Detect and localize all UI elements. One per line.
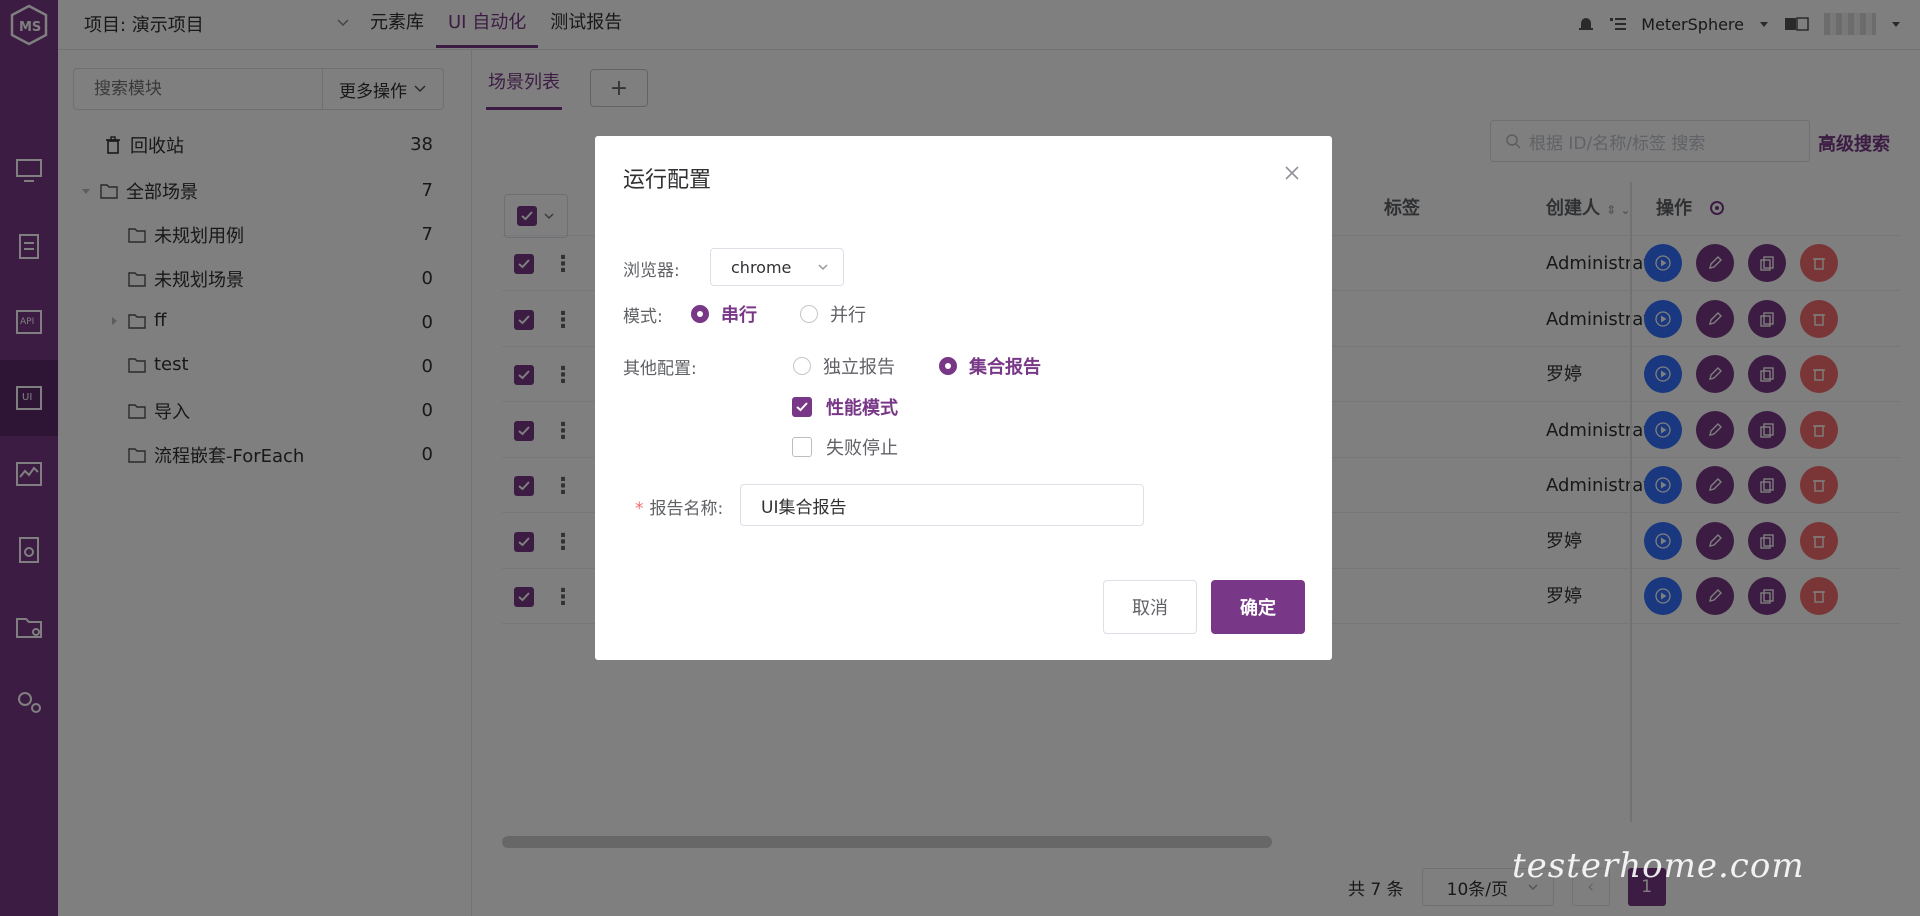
fail-stop-label: 失败停止 bbox=[826, 438, 898, 459]
run-config-dialog: 运行配置 浏览器: chrome 模式: 串行 并行 其他配置: 独立报告 集合… bbox=[595, 136, 1332, 660]
perf-mode-label: 性能模式 bbox=[826, 398, 898, 419]
cancel-button[interactable]: 取消 bbox=[1103, 580, 1197, 634]
report-name-text: 报告名称: bbox=[649, 499, 724, 519]
dialog-title: 运行配置 bbox=[623, 168, 712, 193]
browser-label: 浏览器: bbox=[623, 261, 680, 281]
chevron-down-icon bbox=[818, 264, 828, 271]
browser-select[interactable]: chrome bbox=[710, 248, 844, 286]
radio-dot[interactable] bbox=[800, 305, 818, 323]
browser-value: chrome bbox=[731, 257, 792, 277]
radio-dot[interactable] bbox=[939, 357, 957, 375]
other-config-label: 其他配置: bbox=[623, 359, 697, 379]
mode-label: 模式: bbox=[623, 307, 663, 327]
radio-dot[interactable] bbox=[793, 357, 811, 375]
fail-stop-checkbox[interactable]: 失败停止 bbox=[792, 434, 898, 460]
mode-serial-radio[interactable]: 串行 bbox=[691, 301, 757, 327]
checkbox-box[interactable] bbox=[792, 397, 812, 417]
report-independent-label: 独立报告 bbox=[823, 357, 895, 378]
mode-parallel-radio[interactable]: 并行 bbox=[800, 301, 866, 327]
checkbox-box[interactable] bbox=[792, 437, 812, 457]
report-combined-radio[interactable]: 集合报告 bbox=[939, 353, 1041, 379]
report-independent-radio[interactable]: 独立报告 bbox=[793, 353, 895, 379]
report-combined-label: 集合报告 bbox=[969, 357, 1041, 378]
mode-parallel-label: 并行 bbox=[830, 305, 866, 326]
report-name-input[interactable] bbox=[740, 484, 1144, 526]
mode-serial-label: 串行 bbox=[721, 305, 757, 326]
close-icon[interactable] bbox=[1283, 164, 1301, 182]
report-name-label: * 报告名称: bbox=[635, 499, 724, 519]
radio-dot[interactable] bbox=[691, 305, 709, 323]
perf-mode-checkbox[interactable]: 性能模式 bbox=[792, 394, 898, 420]
confirm-button[interactable]: 确定 bbox=[1211, 580, 1305, 634]
watermark: testerhome.com bbox=[1512, 846, 1805, 886]
